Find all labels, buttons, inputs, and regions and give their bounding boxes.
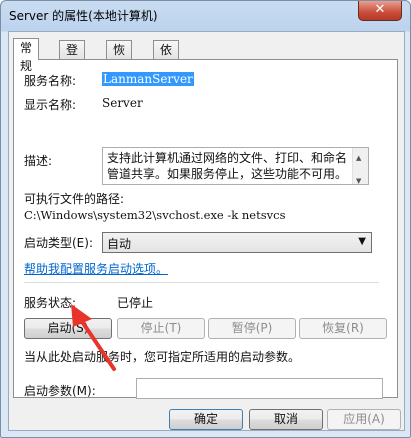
display-name-value[interactable]: Server: [102, 96, 143, 110]
resume-button[interactable]: 恢复(R): [299, 318, 387, 339]
start-params-hint: 当从此处启动服务时，您可指定所适用的启动参数。: [24, 350, 301, 364]
startup-type-value: 自动: [107, 237, 132, 251]
help-config-link[interactable]: 帮助我配置服务启动选项。: [24, 260, 168, 277]
cancel-button[interactable]: 取消: [249, 409, 323, 430]
display-name-label: 显示名称:: [24, 98, 77, 112]
status-label: 服务状态:: [24, 296, 77, 310]
startup-type-select[interactable]: 自动 ▼: [102, 232, 372, 253]
tab-logon[interactable]: 登录: [59, 40, 86, 75]
description-label: 描述:: [24, 154, 53, 168]
chevron-down-icon: ▼: [358, 236, 366, 247]
scroll-down-icon[interactable]: ▼: [356, 173, 361, 189]
close-icon: ✕: [374, 2, 386, 17]
description-text: 支持此计算机通过网络的文件、打印、和命名管道共享。如果服务停止，这些功能不可用。: [107, 151, 348, 181]
window-title: Server 的属性(本地计算机): [9, 9, 158, 23]
properties-dialog: Server 的属性(本地计算机) ✕ 常规 登录 恢复 依存关系 服务名称: …: [0, 0, 411, 438]
startup-type-label: 启动类型(E):: [24, 236, 93, 250]
tab-recovery[interactable]: 恢复: [106, 40, 133, 75]
pause-button[interactable]: 暂停(P): [208, 318, 296, 339]
exe-path-value: C:\Windows\system32\svchost.exe -k netsv…: [24, 208, 286, 222]
apply-button[interactable]: 应用(A): [327, 409, 401, 430]
start-params-input[interactable]: [136, 378, 383, 399]
tab-general[interactable]: 常规: [13, 38, 40, 73]
description-textbox[interactable]: 支持此计算机通过网络的文件、打印、和命名管道共享。如果服务停止，这些功能不可用。…: [102, 147, 369, 185]
general-panel: 服务名称: LanmanServer 显示名称: Server 描述: 支持此计…: [13, 59, 398, 399]
dialog-client-area: 常规 登录 恢复 依存关系 服务名称: LanmanServer 显示名称: S…: [8, 31, 405, 431]
start-button[interactable]: 启动(S): [24, 318, 112, 339]
exe-path-label: 可执行文件的路径:: [24, 192, 125, 206]
service-name-text: LanmanServer: [102, 72, 194, 86]
stop-button[interactable]: 停止(T): [117, 318, 205, 339]
scroll-up-icon[interactable]: ▲: [356, 150, 361, 166]
status-value: 已停止: [117, 296, 154, 310]
close-button[interactable]: ✕: [358, 1, 402, 21]
description-scrollbar[interactable]: ▲ ▼: [352, 148, 368, 185]
title-bar[interactable]: Server 的属性(本地计算机) ✕: [1, 1, 410, 31]
divider: [24, 282, 379, 283]
ok-button[interactable]: 确定: [169, 409, 243, 430]
service-name-value[interactable]: LanmanServer: [102, 72, 194, 86]
tab-dependencies[interactable]: 依存关系: [153, 40, 180, 111]
start-params-label: 启动参数(M):: [24, 384, 96, 398]
